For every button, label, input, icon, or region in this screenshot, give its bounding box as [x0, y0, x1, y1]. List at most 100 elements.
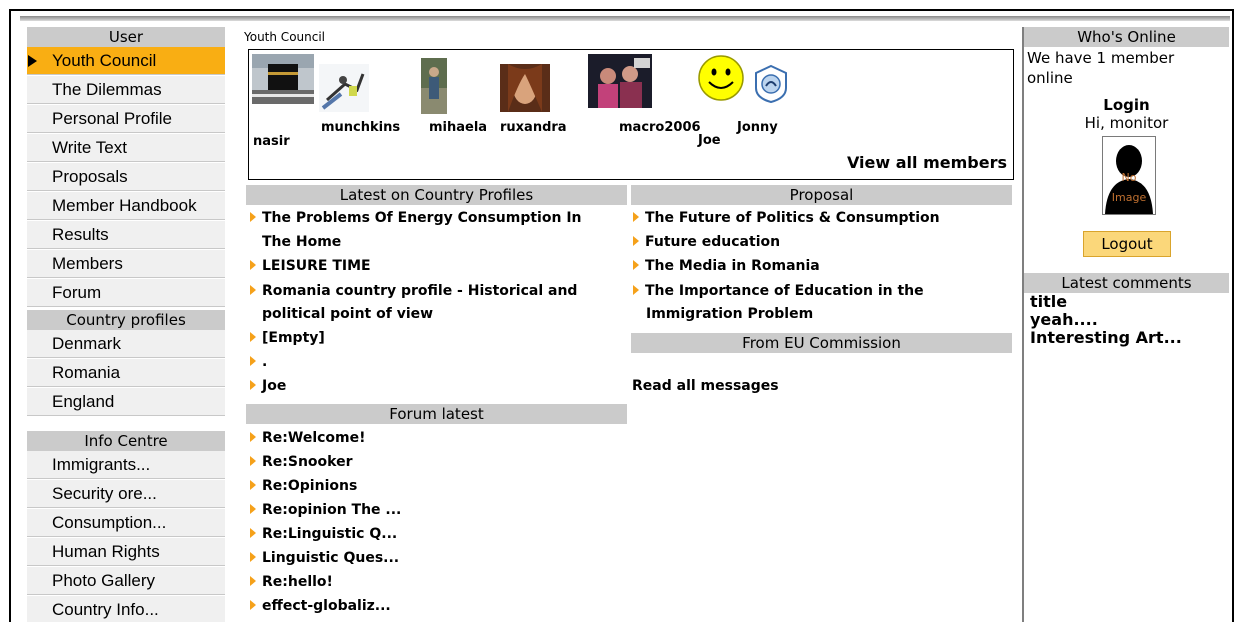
- link-text: Future education: [645, 234, 781, 250]
- comment-link[interactable]: yeah....: [1030, 311, 1098, 329]
- nav-proposals[interactable]: Proposals: [27, 163, 225, 192]
- nav-security[interactable]: Security ore...: [27, 480, 225, 509]
- nav-label: Youth Council: [52, 51, 157, 70]
- country-profiles-header: Country profiles: [27, 310, 225, 330]
- bullet-arrow-icon: [633, 260, 639, 270]
- nav-label: Write Text: [52, 138, 127, 157]
- nav-photo-gallery[interactable]: Photo Gallery: [27, 567, 225, 596]
- member-name[interactable]: ruxandra: [500, 120, 567, 135]
- members-gallery: nasir munchkins mihaela ruxandra macro20…: [248, 49, 1014, 180]
- country-profile-link[interactable]: .: [250, 350, 267, 374]
- nav-denmark[interactable]: Denmark: [27, 330, 225, 359]
- member-avatar-joe[interactable]: [697, 54, 745, 106]
- bullet-arrow-icon: [250, 552, 256, 562]
- proposal-section-header: Proposal: [631, 185, 1012, 205]
- proposal-link[interactable]: The Future of Politics & Consumption: [633, 206, 940, 230]
- forum-post-link[interactable]: Re:hello!: [250, 570, 333, 594]
- link-text: LEISURE TIME: [262, 258, 371, 274]
- nav-write-text[interactable]: Write Text: [27, 134, 225, 163]
- member-name[interactable]: munchkins: [321, 120, 400, 135]
- proposal-link[interactable]: Future education: [633, 230, 780, 254]
- nav-consumption[interactable]: Consumption...: [27, 509, 225, 538]
- avatar: [421, 58, 447, 114]
- link-text: Re:hello!: [262, 574, 333, 590]
- view-all-members-link[interactable]: View all members: [847, 153, 1007, 172]
- country-profile-link-cont[interactable]: The Home: [262, 230, 341, 254]
- nav-immigrants[interactable]: Immigrants...: [27, 451, 225, 480]
- forum-latest-section-header: Forum latest: [246, 404, 627, 424]
- link-text: effect-globaliz...: [262, 598, 391, 614]
- read-all-messages-link[interactable]: Read all messages: [632, 374, 779, 398]
- left-sidebar: User Youth Council The Dilemmas Personal…: [27, 27, 225, 622]
- latest-comments-header: Latest comments: [1024, 273, 1229, 293]
- member-avatar-munchkins[interactable]: [319, 64, 369, 116]
- smiley-icon: [698, 55, 744, 101]
- bullet-arrow-icon: [633, 285, 639, 295]
- link-text: Re:Linguistic Q...: [262, 526, 398, 542]
- member-name[interactable]: Joe: [698, 133, 721, 148]
- nav-results[interactable]: Results: [27, 221, 225, 250]
- nav-youth-council[interactable]: Youth Council: [27, 47, 225, 76]
- profile-no-image-avatar[interactable]: No Image: [1102, 136, 1156, 215]
- proposal-link-cont[interactable]: Immigration Problem: [646, 302, 813, 326]
- forum-post-link[interactable]: Re:Opinions: [250, 474, 357, 498]
- bullet-arrow-icon: [633, 212, 639, 222]
- proposal-link[interactable]: The Media in Romania: [633, 254, 820, 278]
- comment-link[interactable]: title: [1030, 293, 1067, 311]
- forum-post-link[interactable]: Re:Snooker: [250, 450, 353, 474]
- eu-commission-section-header: From EU Commission: [631, 333, 1012, 353]
- nav-label: Results: [52, 225, 109, 244]
- current-page-arrow-icon: [28, 55, 37, 67]
- nav-human-rights[interactable]: Human Rights: [27, 538, 225, 567]
- forum-post-link[interactable]: Re:opinion The ...: [250, 498, 401, 522]
- avatar: [500, 64, 550, 112]
- link-text: Re:Snooker: [262, 454, 353, 470]
- member-name[interactable]: Jonny: [737, 120, 778, 135]
- country-profile-link[interactable]: Joe: [250, 374, 286, 398]
- country-profiles-section-header: Latest on Country Profiles: [246, 185, 627, 205]
- nav-personal-profile[interactable]: Personal Profile: [27, 105, 225, 134]
- forum-post-link[interactable]: Re:Linguistic Q...: [250, 522, 397, 546]
- nav-label: Romania: [52, 363, 121, 382]
- logout-button[interactable]: Logout: [1083, 231, 1171, 257]
- nav-forum[interactable]: Forum: [27, 279, 225, 308]
- proposal-link[interactable]: The Importance of Education in the: [633, 279, 924, 303]
- country-profile-link[interactable]: LEISURE TIME: [250, 254, 371, 278]
- nav-members[interactable]: Members: [27, 250, 225, 279]
- info-centre-header: Info Centre: [27, 431, 225, 451]
- member-avatar-macro2006[interactable]: [588, 54, 652, 112]
- nav-england[interactable]: England: [27, 388, 225, 417]
- nav-label: Proposals: [52, 167, 128, 186]
- bullet-arrow-icon: [250, 480, 256, 490]
- member-avatar-nasir[interactable]: [252, 54, 314, 108]
- country-profile-link[interactable]: The Problems Of Energy Consumption In: [250, 206, 582, 230]
- member-name[interactable]: mihaela: [429, 120, 487, 135]
- nav-label: Member Handbook: [52, 196, 197, 215]
- nav-member-handbook[interactable]: Member Handbook: [27, 192, 225, 221]
- member-avatar-mihaela[interactable]: [421, 58, 447, 118]
- forum-post-link[interactable]: effect-globaliz...: [250, 594, 391, 618]
- bullet-arrow-icon: [250, 504, 256, 514]
- nav-label: Human Rights: [52, 542, 160, 561]
- bullet-arrow-icon: [250, 212, 256, 222]
- main-content: Youth Council: [244, 27, 1014, 47]
- comment-link[interactable]: Interesting Art...: [1030, 329, 1182, 347]
- forum-post-link[interactable]: Re:Welcome!: [250, 426, 366, 450]
- nav-romania[interactable]: Romania: [27, 359, 225, 388]
- link-text: Re:opinion The ...: [262, 502, 402, 518]
- no-image-text: Image: [1112, 191, 1147, 204]
- bullet-arrow-icon: [250, 600, 256, 610]
- member-name[interactable]: macro2006: [619, 120, 701, 135]
- whos-online-header: Who's Online: [1024, 27, 1229, 47]
- member-name[interactable]: nasir: [253, 134, 290, 149]
- link-text: political point of view: [262, 306, 434, 322]
- member-avatar-jonny[interactable]: [753, 64, 789, 108]
- forum-post-link[interactable]: Linguistic Ques...: [250, 546, 399, 570]
- nav-country-info[interactable]: Country Info...: [27, 596, 225, 622]
- member-avatar-ruxandra[interactable]: [500, 64, 550, 116]
- nav-the-dilemmas[interactable]: The Dilemmas: [27, 76, 225, 105]
- country-profile-link[interactable]: [Empty]: [250, 326, 325, 350]
- country-profile-link-cont[interactable]: political point of view: [262, 302, 433, 326]
- country-profile-link[interactable]: Romania country profile - Historical and: [250, 279, 577, 303]
- bullet-arrow-icon: [250, 456, 256, 466]
